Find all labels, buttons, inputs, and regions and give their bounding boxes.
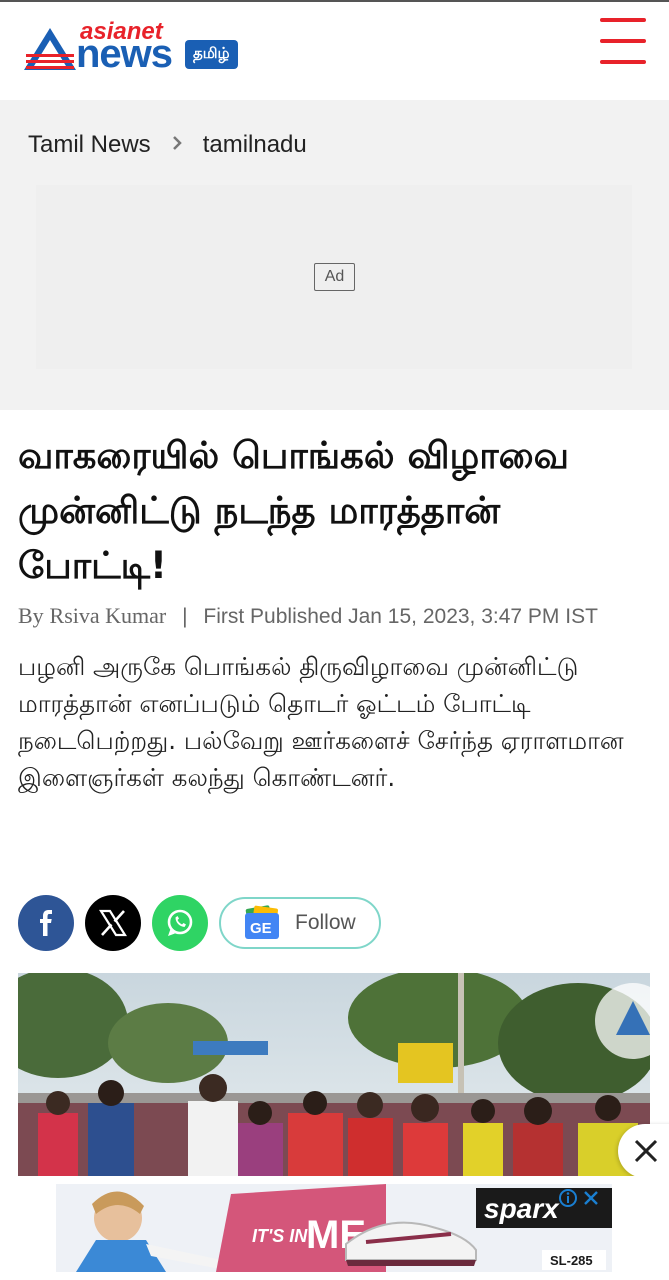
chevron-right-icon <box>171 134 183 157</box>
google-news-follow-button[interactable]: GE Follow <box>219 897 381 949</box>
ad-label: Ad <box>314 263 355 291</box>
facebook-icon <box>40 910 52 936</box>
whatsapp-icon <box>167 909 193 936</box>
article-hero-image[interactable] <box>18 973 650 1183</box>
asianet-news-logo[interactable]: asianet news தமிழ் <box>22 18 267 76</box>
asianet-logo-icon <box>24 28 76 70</box>
breadcrumb-item-tamil-news[interactable]: Tamil News <box>28 131 151 159</box>
byline-prefix: By <box>18 603 44 628</box>
byline-separator: | <box>182 605 188 628</box>
site-header: asianet news தமிழ் <box>0 0 669 100</box>
breadcrumb-item-tamilnadu[interactable]: tamilnadu <box>203 131 307 159</box>
adchoices-icon[interactable] <box>558 1187 610 1209</box>
published-date: First Published Jan 15, 2023, 3:47 PM IS… <box>203 605 598 628</box>
marathon-photo <box>18 973 650 1183</box>
article-headline: வாகரையில் பொங்கல் விழாவை முன்னிட்டு நடந்… <box>18 434 570 587</box>
x-icon <box>99 909 127 937</box>
sparx-banner-ad[interactable]: IT'S IN ME sparx SL-285 <box>56 1184 612 1272</box>
sparx-ad-artwork: IT'S IN ME sparx SL-285 <box>56 1184 612 1272</box>
share-bar: GE Follow <box>18 895 381 951</box>
follow-label: Follow <box>295 911 356 934</box>
facebook-share-button[interactable] <box>18 895 74 951</box>
hamburger-icon[interactable] <box>596 16 648 66</box>
article-byline: By Rsiva Kumar | First Published Jan 15,… <box>18 603 598 629</box>
logo-tamil-tag: தமிழ் <box>185 40 238 69</box>
ad-slogan-small: IT'S IN <box>252 1226 308 1246</box>
sparx-logo: sparx <box>484 1193 560 1224</box>
breadcrumb: Tamil News tamilnadu <box>28 131 307 159</box>
google-news-icon: GE <box>245 905 279 939</box>
x-share-button[interactable] <box>85 895 141 951</box>
article-summary: பழனி அருகே பொங்கல் திருவிழாவை முன்னிட்டு… <box>18 652 624 792</box>
ad-model: SL-285 <box>550 1253 593 1268</box>
close-icon[interactable] <box>618 1124 669 1178</box>
author-link[interactable]: Rsiva Kumar <box>50 603 167 628</box>
logo-text-news: news <box>76 32 173 76</box>
whatsapp-share-button[interactable] <box>152 895 208 951</box>
svg-text:GE: GE <box>250 920 272 937</box>
